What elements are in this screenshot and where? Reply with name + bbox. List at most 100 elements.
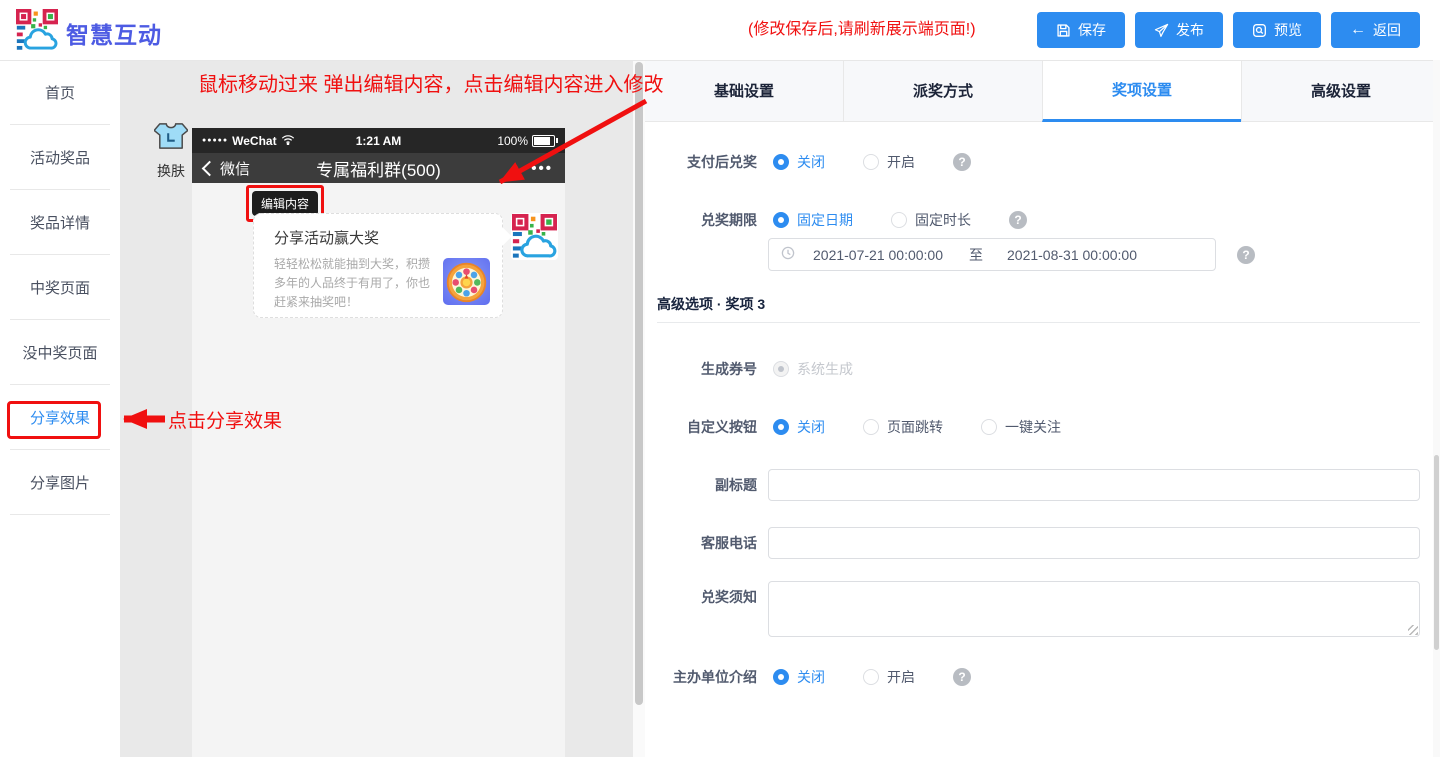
sidebar-item-home[interactable]: 首页 (0, 60, 120, 124)
share-card-description: 轻轻松松就能抽到大奖，积攒多年的人品终于有用了，你也赶紧来抽奖吧！ (274, 255, 434, 312)
pay-redeem-option-open[interactable]: 开启 (863, 152, 915, 172)
custom-button-option-page-jump[interactable]: 页面跳转 (863, 417, 943, 437)
radio-unselected[interactable] (863, 669, 879, 685)
back-chevron-icon (202, 160, 218, 176)
sidebar-item-share-effect[interactable]: 分享效果 (0, 385, 120, 449)
sidebar: 首页 活动奖品 奖品详情 中奖页面 没中奖页面 分享效果 分享图片 (0, 60, 120, 757)
pay-redeem-label: 支付后兑奖 (645, 146, 757, 178)
redeem-period-option-fixed-date[interactable]: 固定日期 (773, 210, 853, 230)
tshirt-icon (154, 137, 188, 154)
save-icon (1056, 23, 1071, 38)
arrow-left-icon: ← (1350, 22, 1366, 38)
phone-nav-bar: 微信 专属福利群(500) ••• (192, 153, 565, 183)
sidebar-item-share-image[interactable]: 分享图片 (0, 450, 120, 514)
help-icon[interactable]: ? (1237, 246, 1255, 264)
redeem-period-label: 兑奖期限 (645, 204, 757, 236)
radio-unselected[interactable] (891, 212, 907, 228)
help-icon[interactable]: ? (953, 153, 971, 171)
row-coupon-number: 生成券号 系统生成 (645, 353, 1440, 385)
qr-avatar (511, 213, 558, 260)
radio-unselected[interactable] (981, 419, 997, 435)
sidebar-item-activity-prizes[interactable]: 活动奖品 (0, 125, 120, 189)
custom-button-option-close[interactable]: 关闭 (773, 417, 825, 437)
service-phone-label: 客服电话 (645, 527, 757, 559)
skin-button[interactable]: 换肤 (151, 122, 191, 181)
radio-unselected[interactable] (863, 419, 879, 435)
header: 智慧互动 (修改保存后,请刷新展示端页面!) 保存 发布 (0, 0, 1440, 61)
subtitle-input[interactable] (768, 469, 1420, 501)
tab-prize-method[interactable]: 派奖方式 (843, 60, 1042, 122)
redeem-period-option-fixed-duration[interactable]: 固定时长 (891, 210, 971, 230)
phone-status-bar: ●●●●● WeChat 1:21 AM 100% (192, 128, 565, 153)
return-button-label: 返回 (1373, 20, 1401, 40)
row-service-phone: 客服电话 (645, 527, 1440, 559)
phone-mockup: ●●●●● WeChat 1:21 AM 100% 微信 专属福利群( (192, 128, 565, 757)
radio-selected[interactable] (773, 212, 789, 228)
resize-grip-icon[interactable] (1408, 625, 1418, 635)
sidebar-item-no-win-page[interactable]: 没中奖页面 (0, 320, 120, 384)
radio-unselected[interactable] (863, 154, 879, 170)
sidebar-item-prize-details[interactable]: 奖品详情 (0, 190, 120, 254)
app-logo-text: 智慧互动 (66, 16, 162, 50)
skin-button-label: 换肤 (151, 161, 191, 181)
row-custom-button: 自定义按钮 关闭 页面跳转 一键关注 (645, 411, 1440, 443)
pay-redeem-option-close[interactable]: 关闭 (773, 152, 825, 172)
right-scrollbar[interactable] (1433, 60, 1440, 757)
section-title-advanced-options: 高级选项 · 奖项 3 (657, 294, 765, 314)
date-end-value: 2021-08-31 00:00:00 (1007, 247, 1137, 263)
date-range-input[interactable]: 2021-07-21 00:00:00 至 2021-08-31 00:00:0… (768, 238, 1216, 271)
radio-selected[interactable] (773, 154, 789, 170)
header-buttons: 保存 发布 预览 ← (1037, 12, 1420, 48)
redeem-notice-textarea[interactable] (768, 581, 1420, 637)
radio-disabled (773, 361, 789, 377)
date-separator: 至 (969, 245, 983, 265)
annotation-top: 鼠标移动过来 弹出编辑内容，点击编辑内容进入修改 (198, 68, 664, 97)
preview-button-label: 预览 (1274, 20, 1302, 40)
coupon-number-label: 生成券号 (645, 353, 757, 385)
organizer-intro-option-close[interactable]: 关闭 (773, 667, 825, 687)
row-subtitle: 副标题 (645, 469, 1440, 501)
organizer-intro-option-open[interactable]: 开启 (863, 667, 915, 687)
row-redeem-notice: 兑奖须知 (645, 581, 1440, 637)
help-icon[interactable]: ? (1009, 211, 1027, 229)
header-warning: (修改保存后,请刷新展示端页面!) (748, 0, 976, 60)
redeem-notice-label: 兑奖须知 (645, 581, 757, 613)
app-logo: 智慧互动 (16, 9, 162, 56)
qr-cloud-logo-icon (16, 9, 58, 56)
subtitle-label: 副标题 (645, 469, 757, 501)
radio-selected[interactable] (773, 669, 789, 685)
publish-button[interactable]: 发布 (1135, 12, 1223, 48)
row-redeem-period: 兑奖期限 固定日期 固定时长 ? (645, 204, 1440, 236)
tab-advanced-settings[interactable]: 高级设置 (1241, 60, 1440, 122)
sidebar-item-winning-page[interactable]: 中奖页面 (0, 255, 120, 319)
bubble-tail (493, 227, 511, 245)
settings-tabs: 基础设置 派奖方式 奖项设置 高级设置 (645, 60, 1440, 122)
share-card[interactable]: 分享活动赢大奖 轻轻松松就能抽到大奖，积攒多年的人品终于有用了，你也赶紧来抽奖吧… (253, 213, 503, 318)
prize-wheel-thumbnail (443, 258, 490, 305)
radio-selected[interactable] (773, 419, 789, 435)
settings-panel: 基础设置 派奖方式 奖项设置 高级设置 支付后兑奖 关闭 开启 ? 兑奖期限 (645, 60, 1440, 757)
preview-icon (1252, 23, 1267, 38)
return-button[interactable]: ← 返回 (1331, 12, 1420, 48)
row-date-range: 2021-07-21 00:00:00 至 2021-08-31 00:00:0… (645, 238, 1440, 272)
save-button[interactable]: 保存 (1037, 12, 1125, 48)
help-icon[interactable]: ? (953, 668, 971, 686)
row-organizer-intro: 主办单位介绍 关闭 开启 ? (645, 661, 1440, 693)
custom-button-option-one-key-follow[interactable]: 一键关注 (981, 417, 1061, 437)
status-time: 1:21 AM (320, 134, 438, 148)
middle-scrollbar[interactable] (633, 60, 645, 757)
organizer-intro-label: 主办单位介绍 (645, 661, 757, 693)
share-card-title: 分享活动赢大奖 (274, 227, 379, 248)
preview-button[interactable]: 预览 (1233, 12, 1321, 48)
save-button-label: 保存 (1078, 20, 1106, 40)
custom-button-label: 自定义按钮 (645, 411, 757, 443)
clock-icon (781, 246, 795, 263)
tab-basic-settings[interactable]: 基础设置 (645, 60, 843, 122)
service-phone-input[interactable] (768, 527, 1420, 559)
sidebar-divider (10, 514, 110, 515)
app-root: 智慧互动 (修改保存后,请刷新展示端页面!) 保存 发布 (0, 0, 1440, 757)
date-start-value: 2021-07-21 00:00:00 (813, 247, 943, 263)
tab-prize-settings[interactable]: 奖项设置 (1042, 60, 1241, 122)
section-divider (657, 322, 1420, 323)
coupon-number-option-system: 系统生成 (773, 359, 853, 379)
